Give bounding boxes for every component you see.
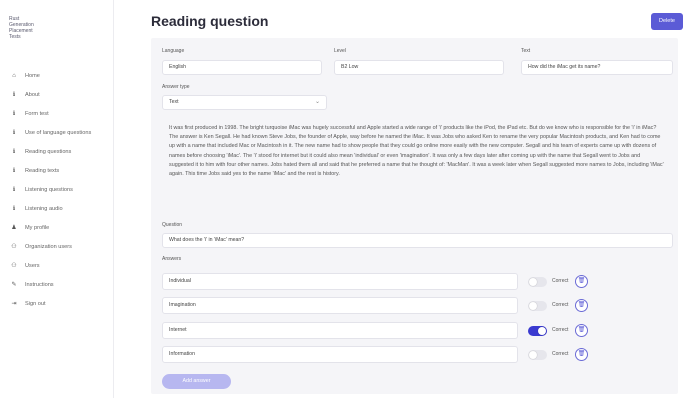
correct-toggle[interactable]: [528, 350, 547, 360]
sidebar-item-users[interactable]: ⚇ Users: [0, 256, 114, 275]
trash-icon[interactable]: 🗑: [575, 299, 588, 312]
sidebar-item-sign-out[interactable]: ⇥ Sign out: [0, 294, 114, 313]
toggle-knob: [529, 302, 537, 310]
sidebar-item-form-test[interactable]: ℹ Form test: [0, 104, 114, 123]
users-icon: ⚇: [11, 263, 17, 269]
answer-type-label: Answer type: [162, 84, 190, 90]
sign-out-icon: ⇥: [11, 301, 17, 307]
text-label: Text: [521, 48, 531, 54]
toggle-knob: [529, 351, 537, 359]
sidebar-item-organization-users[interactable]: ⚇ Organization users: [0, 237, 114, 256]
language-label: Language: [162, 48, 185, 54]
answer-row: Information Correct 🗑: [162, 346, 662, 363]
sidebar-item-instructions[interactable]: ✎ Instructions: [0, 275, 114, 294]
answer-row: Internet Correct 🗑: [162, 322, 662, 339]
trash-icon[interactable]: 🗑: [575, 348, 588, 361]
sidebar-item-label: Reading questions: [25, 148, 72, 155]
logo-line: Tests: [9, 34, 21, 40]
sidebar-item-label: Listening questions: [25, 186, 73, 193]
sidebar-item-label: Instructions: [25, 281, 54, 288]
answer-row: Imagination Correct 🗑: [162, 297, 662, 314]
sidebar-item-label: Reading texts: [25, 167, 60, 174]
reading-passage: It was first produced in 1998. The brigh…: [169, 125, 664, 178]
user-icon: ♟: [11, 225, 17, 231]
answer-input[interactable]: Information: [162, 346, 518, 363]
trash-icon[interactable]: 🗑: [575, 324, 588, 337]
home-icon: ⌂: [12, 72, 16, 79]
sidebar-item-reading-texts[interactable]: ℹ Reading texts: [0, 161, 114, 180]
info-icon: ℹ: [12, 168, 16, 174]
sidebar-item-use-of-language-questions[interactable]: ℹ Use of language questions: [0, 123, 114, 142]
level-field[interactable]: B2 Low: [334, 60, 504, 75]
info-icon: ℹ: [12, 149, 16, 155]
correct-label: Correct: [552, 278, 569, 284]
sidebar-item-label: Form test: [25, 110, 49, 117]
correct-label: Correct: [552, 302, 569, 308]
correct-toggle[interactable]: [528, 326, 547, 336]
delete-button[interactable]: Delete: [651, 13, 683, 30]
sidebar-item-home[interactable]: ⌂ Home: [0, 66, 114, 85]
correct-toggle[interactable]: [528, 277, 547, 287]
sidebar-item-label: My profile: [25, 224, 50, 231]
info-icon: ℹ: [12, 111, 16, 117]
answer-input[interactable]: Imagination: [162, 297, 518, 314]
sidebar-item-listening-audio[interactable]: ℹ Listening audio: [0, 199, 114, 218]
answer-type-value: Text: [169, 99, 179, 105]
sidebar: Rust Generation Placement Tests ⌂ Home ℹ Ab…: [0, 0, 114, 398]
info-icon: ℹ: [12, 130, 16, 136]
language-field[interactable]: English: [162, 60, 322, 75]
page-title: Reading question: [151, 13, 269, 29]
chevron-down-icon: ⌄: [314, 99, 320, 105]
question-field[interactable]: What does the 'i' in 'iMac' mean?: [162, 233, 673, 248]
toggle-knob: [538, 327, 546, 335]
wrench-icon: ✎: [11, 282, 17, 288]
sidebar-item-label: Users: [25, 262, 40, 269]
question-form: Language English Level B2 Low Text How d…: [151, 38, 678, 394]
sidebar-item-listening-questions[interactable]: ℹ Listening questions: [0, 180, 114, 199]
users-icon: ⚇: [11, 244, 17, 250]
app-logo[interactable]: Rust Generation Placement Tests: [9, 16, 89, 40]
text-field[interactable]: How did the iMac get its name?: [521, 60, 673, 75]
sidebar-item-my-profile[interactable]: ♟ My profile: [0, 218, 114, 237]
sidebar-item-reading-questions[interactable]: ℹ Reading questions: [0, 142, 114, 161]
info-icon: ℹ: [12, 206, 16, 212]
info-icon: ℹ: [12, 92, 16, 98]
main-content: Reading question Delete Language English…: [114, 0, 683, 398]
toggle-knob: [529, 278, 537, 286]
answers-label: Answers: [162, 256, 182, 262]
sidebar-nav: ⌂ Home ℹ About ℹ Form test ℹ Use of language qu…: [0, 66, 114, 313]
answer-row: Individual Correct 🗑: [162, 273, 662, 290]
sidebar-item-label: About: [25, 91, 40, 98]
level-label: Level: [334, 48, 346, 54]
sidebar-item-label: Sign out: [25, 300, 46, 307]
correct-label: Correct: [552, 327, 569, 333]
sidebar-item-label: Use of language questions: [25, 129, 92, 136]
answer-input[interactable]: Internet: [162, 322, 518, 339]
info-icon: ℹ: [12, 187, 16, 193]
trash-icon[interactable]: 🗑: [575, 275, 588, 288]
add-answer-button[interactable]: Add answer: [162, 374, 231, 389]
question-label: Question: [162, 222, 183, 228]
sidebar-item-label: Listening audio: [25, 205, 63, 212]
answer-input[interactable]: Individual: [162, 273, 518, 290]
sidebar-item-about[interactable]: ℹ About: [0, 85, 114, 104]
answer-type-select[interactable]: Text ⌄: [162, 95, 327, 110]
sidebar-item-label: Organization users: [25, 243, 72, 250]
correct-label: Correct: [552, 351, 569, 357]
correct-toggle[interactable]: [528, 301, 547, 311]
sidebar-item-label: Home: [25, 72, 40, 79]
